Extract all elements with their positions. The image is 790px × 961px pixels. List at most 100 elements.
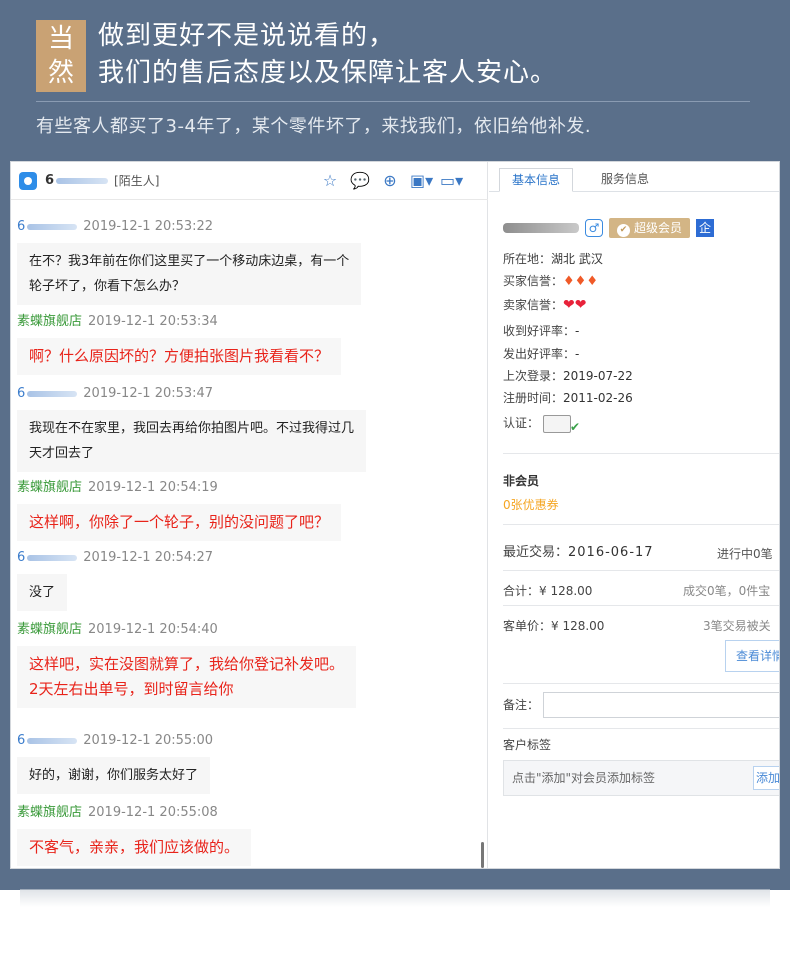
contact-status-tag: [陌生人] bbox=[114, 174, 160, 188]
sender-name[interactable]: 素蝶旗舰店 bbox=[17, 480, 82, 495]
diamond-icon: ♦♦♦ bbox=[563, 274, 598, 289]
add-contact-icon[interactable]: ⊕ bbox=[380, 171, 400, 190]
contact-name[interactable]: 6 bbox=[45, 173, 109, 188]
sender-name[interactable]: 素蝶旗舰店 bbox=[17, 622, 82, 637]
tab-basic-info[interactable]: 基本信息 bbox=[499, 168, 574, 192]
section-divider bbox=[503, 728, 779, 729]
id-card-icon[interactable] bbox=[543, 414, 580, 436]
vip-badge: ✔ 超级会员 bbox=[609, 218, 691, 238]
section-divider bbox=[503, 683, 779, 684]
screenshot-icon[interactable]: ▣▾ bbox=[410, 171, 433, 190]
buyer-rep-label: 买家信誉： bbox=[503, 274, 564, 288]
chat-message: 6 2019-12-1 20:53:22 在不？我3年前在你们这里买了一个移动床边桌… bbox=[17, 218, 457, 305]
redacted-name bbox=[27, 223, 78, 230]
message-text: 好的，谢谢，你们服务太好了 bbox=[17, 757, 211, 794]
member-status: 非会员 bbox=[503, 474, 540, 488]
chat-message: 素蝶旗舰店 2019-12-1 20:54:40 这样吧，实在没图就算了，我给你登记… bbox=[17, 621, 457, 708]
message-text: 没了 bbox=[17, 574, 68, 611]
sender-name[interactable]: 6 bbox=[17, 219, 25, 234]
redacted-name bbox=[27, 390, 78, 397]
message-meta: 素蝶旗舰店 2019-12-1 20:54:40 bbox=[17, 621, 457, 639]
vip-label: 超级会员 bbox=[634, 221, 683, 235]
message-time: 2019-12-1 20:54:40 bbox=[88, 622, 218, 637]
redacted-name bbox=[27, 737, 78, 744]
add-tag-button[interactable]: 添加 bbox=[753, 766, 779, 790]
good-received-row: 收到好评率：- bbox=[503, 322, 579, 340]
message-text: 在不？我3年前在你们这里买了一个移动床边桌，有一个 轮子坏了，你看下怎么办？ bbox=[17, 243, 362, 305]
message-text: 这样吧，实在没图就算了，我给你登记补发吧。 2天左右出单号，到时留言给你 bbox=[17, 646, 357, 708]
chat-message: 6 2019-12-1 20:53:47 我现在不在家里，我回去再给你拍图片吧。不过… bbox=[17, 385, 457, 472]
sender-name[interactable]: 素蝶旗舰店 bbox=[17, 805, 82, 820]
register-label: 注册时间： bbox=[503, 391, 564, 405]
headline: 做到更好不是说说看的， 我们的售后态度以及保障让客人安心。 bbox=[98, 18, 557, 92]
message-meta: 素蝶旗舰店 2019-12-1 20:54:19 bbox=[17, 479, 457, 497]
info-tabs: 基本信息 服务信息 bbox=[489, 162, 779, 192]
video-call-icon[interactable]: ▭▾ bbox=[440, 171, 463, 190]
message-time: 2019-12-1 20:54:19 bbox=[88, 480, 218, 495]
sender-name[interactable]: 6 bbox=[17, 733, 25, 748]
message-meta: 6 2019-12-1 20:54:27 bbox=[17, 549, 457, 567]
chat-message: 素蝶旗舰店 2019-12-1 20:53:34 啊？什么原因坏的？方便拍张图片我看… bbox=[17, 313, 457, 375]
badge-top-char: 当 bbox=[47, 24, 74, 54]
message-time: 2019-12-1 20:53:47 bbox=[83, 386, 214, 401]
good-given-label: 发出好评率： bbox=[503, 347, 576, 361]
last-login-row: 上次登录：2019-07-22 bbox=[503, 367, 633, 385]
male-icon: ♂ bbox=[585, 219, 603, 237]
register-row: 注册时间：2011-02-26 bbox=[503, 389, 633, 407]
sender-name[interactable]: 6 bbox=[17, 550, 25, 565]
message-time: 2019-12-1 20:53:22 bbox=[83, 219, 214, 234]
sender-name[interactable]: 6 bbox=[17, 386, 25, 401]
recent-trade-label: 最近交易： bbox=[503, 545, 569, 560]
sender-name[interactable]: 素蝶旗舰店 bbox=[17, 314, 82, 329]
location-value: 湖北 武汉 bbox=[551, 252, 603, 266]
good-received-value: - bbox=[575, 324, 580, 338]
chat-window: 6 [陌生人] ☆ 💬 ⊕ ▣▾ ▭▾ 6 2019-12-1 20:53:22 在… bbox=[10, 161, 780, 869]
section-divider bbox=[503, 524, 779, 525]
remark-input[interactable] bbox=[543, 692, 779, 718]
register-value: 2011-02-26 bbox=[563, 391, 633, 405]
last-login-label: 上次登录： bbox=[503, 369, 564, 383]
toolbar-icons: ☆ 💬 ⊕ ▣▾ ▭▾ bbox=[320, 171, 463, 190]
star-person-icon[interactable]: ☆ bbox=[320, 171, 340, 190]
headline-badge: 当 然 bbox=[36, 20, 86, 92]
location-row: 所在地：湖北 武汉 bbox=[503, 250, 603, 268]
view-detail-button[interactable]: 查看详情 bbox=[725, 640, 779, 672]
chat-bubble-icon[interactable]: 💬 bbox=[350, 171, 370, 190]
closed-trades: 3笔交易被关 bbox=[703, 619, 771, 633]
chat-toolbar: 6 [陌生人] ☆ 💬 ⊕ ▣▾ ▭▾ bbox=[11, 162, 488, 200]
headline-line-2: 我们的售后态度以及保障让客人安心。 bbox=[98, 58, 558, 88]
redacted-name bbox=[27, 554, 78, 561]
chat-message: 素蝶旗舰店 2019-12-1 20:54:19 这样啊，你除了一个轮子，别的没问题… bbox=[17, 479, 457, 541]
message-time: 2019-12-1 20:53:34 bbox=[88, 314, 218, 329]
good-received-label: 收到好评率： bbox=[503, 324, 576, 338]
buyer-rep-row: 买家信誉：♦♦♦ bbox=[503, 272, 598, 291]
contact-name-text: 6 bbox=[45, 173, 55, 188]
coupon-link[interactable]: 0张优惠券 bbox=[503, 496, 559, 514]
message-meta: 6 2019-12-1 20:55:00 bbox=[17, 732, 457, 750]
chat-scrollbar[interactable] bbox=[481, 842, 484, 868]
trade-status: 进行中0笔 bbox=[717, 547, 773, 561]
message-time: 2019-12-1 20:55:08 bbox=[88, 805, 218, 820]
recent-trade-date: 2016-06-17 bbox=[568, 545, 654, 560]
check-icon: ✔ bbox=[617, 224, 630, 237]
remark-label: 备注： bbox=[503, 698, 540, 712]
seller-rep-row: 卖家信誉：❤❤ bbox=[503, 296, 586, 314]
cert-label: 认证： bbox=[503, 416, 540, 430]
heart-icon: ❤❤ bbox=[563, 297, 587, 313]
cert-row: 认证： bbox=[503, 414, 580, 436]
message-meta: 素蝶旗舰店 2019-12-1 20:53:34 bbox=[17, 313, 457, 331]
customer-info-pane: 基本信息 服务信息 ♂ ✔ 超级会员 企 所在地：湖北 武汉 买家信誉：♦♦♦ 卖… bbox=[489, 162, 779, 868]
section-divider bbox=[503, 453, 779, 454]
redacted-username bbox=[503, 223, 579, 233]
message-text: 啊？什么原因坏的？方便拍张图片我看看不？ bbox=[17, 338, 342, 375]
contact-avatar-icon[interactable] bbox=[19, 171, 37, 190]
window-shadow bbox=[20, 889, 770, 907]
divider bbox=[36, 101, 750, 102]
chat-pane: 6 [陌生人] ☆ 💬 ⊕ ▣▾ ▭▾ 6 2019-12-1 20:53:22 在… bbox=[11, 162, 488, 868]
tab-service-info[interactable]: 服务信息 bbox=[589, 168, 661, 192]
promo-banner: 当 然 做到更好不是说说看的， 我们的售后态度以及保障让客人安心。 有些客人都买… bbox=[0, 0, 790, 890]
message-time: 2019-12-1 20:55:00 bbox=[83, 733, 214, 748]
location-label: 所在地： bbox=[503, 252, 552, 266]
deal-count: 成交0笔，0件宝 bbox=[683, 584, 771, 598]
headline-line-1: 做到更好不是说说看的， bbox=[98, 21, 396, 51]
